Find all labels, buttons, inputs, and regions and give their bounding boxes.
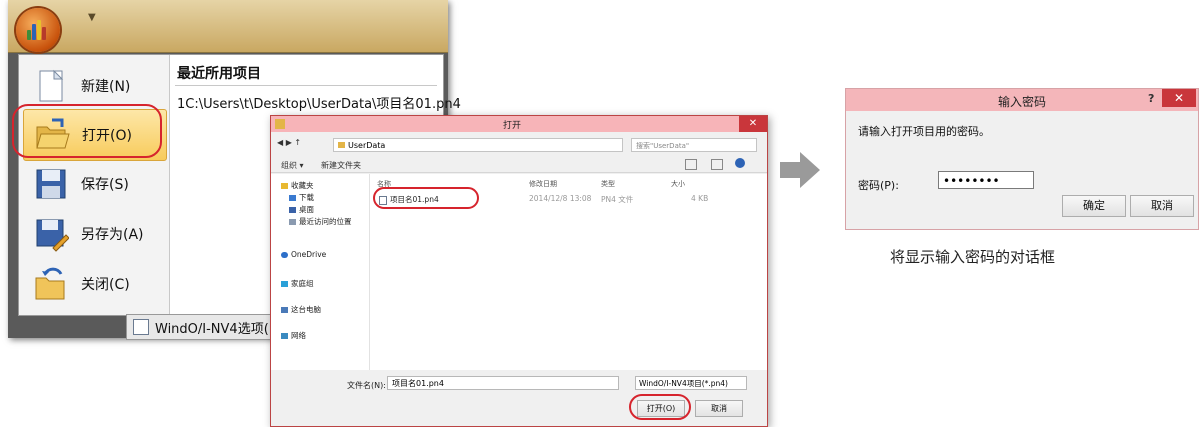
up-icon[interactable]: ↑ <box>294 138 301 147</box>
close-icon[interactable]: ✕ <box>739 116 767 132</box>
address-folder-icon <box>338 142 345 148</box>
dialog-folder-icon <box>275 119 285 129</box>
file-menu-commands: 新建(N) 打开(O) 保存(S) 另存为(A) 关闭(C) <box>19 55 170 315</box>
nav-favorites[interactable]: 收藏夹 <box>281 180 314 191</box>
dialog-bottom: 文件名(N): 项目名01.pn4 WindO/I-NV4项目(*.pn4) 打… <box>271 370 767 426</box>
nav-desktop-label: 桌面 <box>299 205 314 214</box>
filetype-select[interactable]: WindO/I-NV4项目(*.pn4) <box>635 376 747 390</box>
recent-separator <box>175 85 437 86</box>
application-button[interactable] <box>16 8 60 52</box>
recent-projects-title: 最近所用项目 <box>177 66 261 82</box>
cancel-button[interactable]: 取消 <box>695 400 743 417</box>
nav-onedrive[interactable]: OneDrive <box>281 250 326 259</box>
menu-item-close[interactable]: 关闭(C) <box>23 259 165 309</box>
nav-desktop[interactable]: 桌面 <box>289 204 314 215</box>
nav-downloads-label: 下载 <box>299 193 314 202</box>
column-size[interactable]: 大小 <box>671 179 685 189</box>
computer-icon <box>281 307 288 313</box>
desktop-icon <box>289 207 296 213</box>
recent-project-item[interactable]: 1C:\Users\t\Desktop\UserData\项目名01.pn4 <box>177 93 461 112</box>
password-dialog: 输入密码 ? ✕ 请输入打开项目用的密码。 密码(P): •••••••• 确定… <box>845 88 1199 230</box>
back-icon[interactable]: ◀ <box>277 138 283 147</box>
nav-this-pc[interactable]: 这台电脑 <box>281 304 321 315</box>
menu-item-new-label: 新建(N) <box>81 79 131 95</box>
nav-recent[interactable]: 最近访问的位置 <box>289 216 352 227</box>
cloud-icon <box>281 252 288 258</box>
column-date[interactable]: 修改日期 <box>529 179 557 189</box>
nav-network[interactable]: 网络 <box>281 330 306 341</box>
quick-access-dropdown-icon[interactable]: ▼ <box>88 12 96 23</box>
help-icon[interactable] <box>735 158 745 168</box>
file-highlight-ring <box>373 187 479 209</box>
filename-label: 文件名(N): <box>347 381 386 390</box>
open-dialog-title: 打开 <box>503 121 522 131</box>
homegroup-icon <box>281 281 288 287</box>
file-type: PN4 文件 <box>601 195 634 204</box>
status-text: WindO/I-NV4选项(I <box>155 321 273 337</box>
address-text: UserData <box>348 141 386 150</box>
close-icon[interactable]: ✕ <box>1162 89 1196 107</box>
view-icon[interactable] <box>685 159 697 170</box>
app-titlebar: ▼ <box>8 0 448 53</box>
download-icon <box>289 195 296 201</box>
nav-this-pc-label: 这台电脑 <box>291 305 321 314</box>
status-doc-icon <box>133 319 149 335</box>
ok-button[interactable]: 确定 <box>1062 195 1126 217</box>
nav-onedrive-label: OneDrive <box>291 250 327 259</box>
file-size: 4 KB <box>691 194 709 203</box>
open-file-dialog: 打开 ✕ ◀ ▶ ↑ UserData 搜索"UserData" 组织 ▾ 新建… <box>270 115 768 427</box>
open-dialog-titlebar: 打开 ✕ <box>271 116 767 132</box>
menu-item-save[interactable]: 保存(S) <box>23 159 165 209</box>
menu-item-save-as-label: 另存为(A) <box>81 227 144 243</box>
file-browser-pane: 收藏夹 下载 桌面 最近访问的位置 OneDrive 家庭组 这台电脑 网络 名… <box>271 174 767 370</box>
organize-button[interactable]: 组织 ▾ <box>281 160 304 171</box>
file-date: 2014/12/8 13:08 <box>529 194 592 203</box>
menu-item-save-label: 保存(S) <box>81 177 129 193</box>
star-icon <box>281 183 288 189</box>
save-as-icon <box>33 216 70 252</box>
menu-item-close-label: 关闭(C) <box>81 277 130 293</box>
password-prompt: 请输入打开项目用的密码。 <box>858 125 990 138</box>
open-highlight-ring <box>12 104 162 158</box>
new-document-icon <box>33 68 69 104</box>
dialog-toolbar: 组织 ▾ 新建文件夹 <box>271 158 767 173</box>
password-dialog-titlebar: 输入密码 ? ✕ <box>846 89 1198 111</box>
menu-item-save-as[interactable]: 另存为(A) <box>23 209 165 259</box>
nav-homegroup[interactable]: 家庭组 <box>281 278 314 289</box>
open-button-highlight-ring <box>629 394 691 420</box>
forward-icon[interactable]: ▶ <box>286 138 292 147</box>
app-logo-icon <box>27 20 49 40</box>
close-folder-icon <box>33 266 69 302</box>
filename-input[interactable]: 项目名01.pn4 <box>387 376 619 390</box>
help-icon[interactable]: ? <box>1148 92 1154 105</box>
nav-homegroup-label: 家庭组 <box>291 279 314 288</box>
arrow-right-icon <box>780 152 820 188</box>
column-type[interactable]: 类型 <box>601 179 615 189</box>
cancel-button[interactable]: 取消 <box>1130 195 1194 217</box>
new-folder-button[interactable]: 新建文件夹 <box>321 160 361 171</box>
caption: 将显示输入密码的对话框 <box>890 248 1056 266</box>
recent-places-icon <box>289 219 296 225</box>
nav-recent-label: 最近访问的位置 <box>299 217 352 226</box>
nav-network-label: 网络 <box>291 331 306 340</box>
password-label: 密码(P): <box>858 179 899 192</box>
password-field[interactable]: •••••••• <box>938 171 1034 189</box>
navigation-pane: 收藏夹 下载 桌面 最近访问的位置 OneDrive 家庭组 这台电脑 网络 <box>271 174 370 370</box>
address-bar[interactable]: UserData <box>333 138 623 152</box>
network-icon <box>281 333 288 339</box>
nav-downloads[interactable]: 下载 <box>289 192 314 203</box>
search-input[interactable]: 搜索"UserData" <box>631 138 757 152</box>
nav-favorites-label: 收藏夹 <box>291 181 314 190</box>
preview-pane-icon[interactable] <box>711 159 723 170</box>
save-disk-icon <box>33 166 69 202</box>
password-dialog-title: 输入密码 <box>997 95 1046 109</box>
